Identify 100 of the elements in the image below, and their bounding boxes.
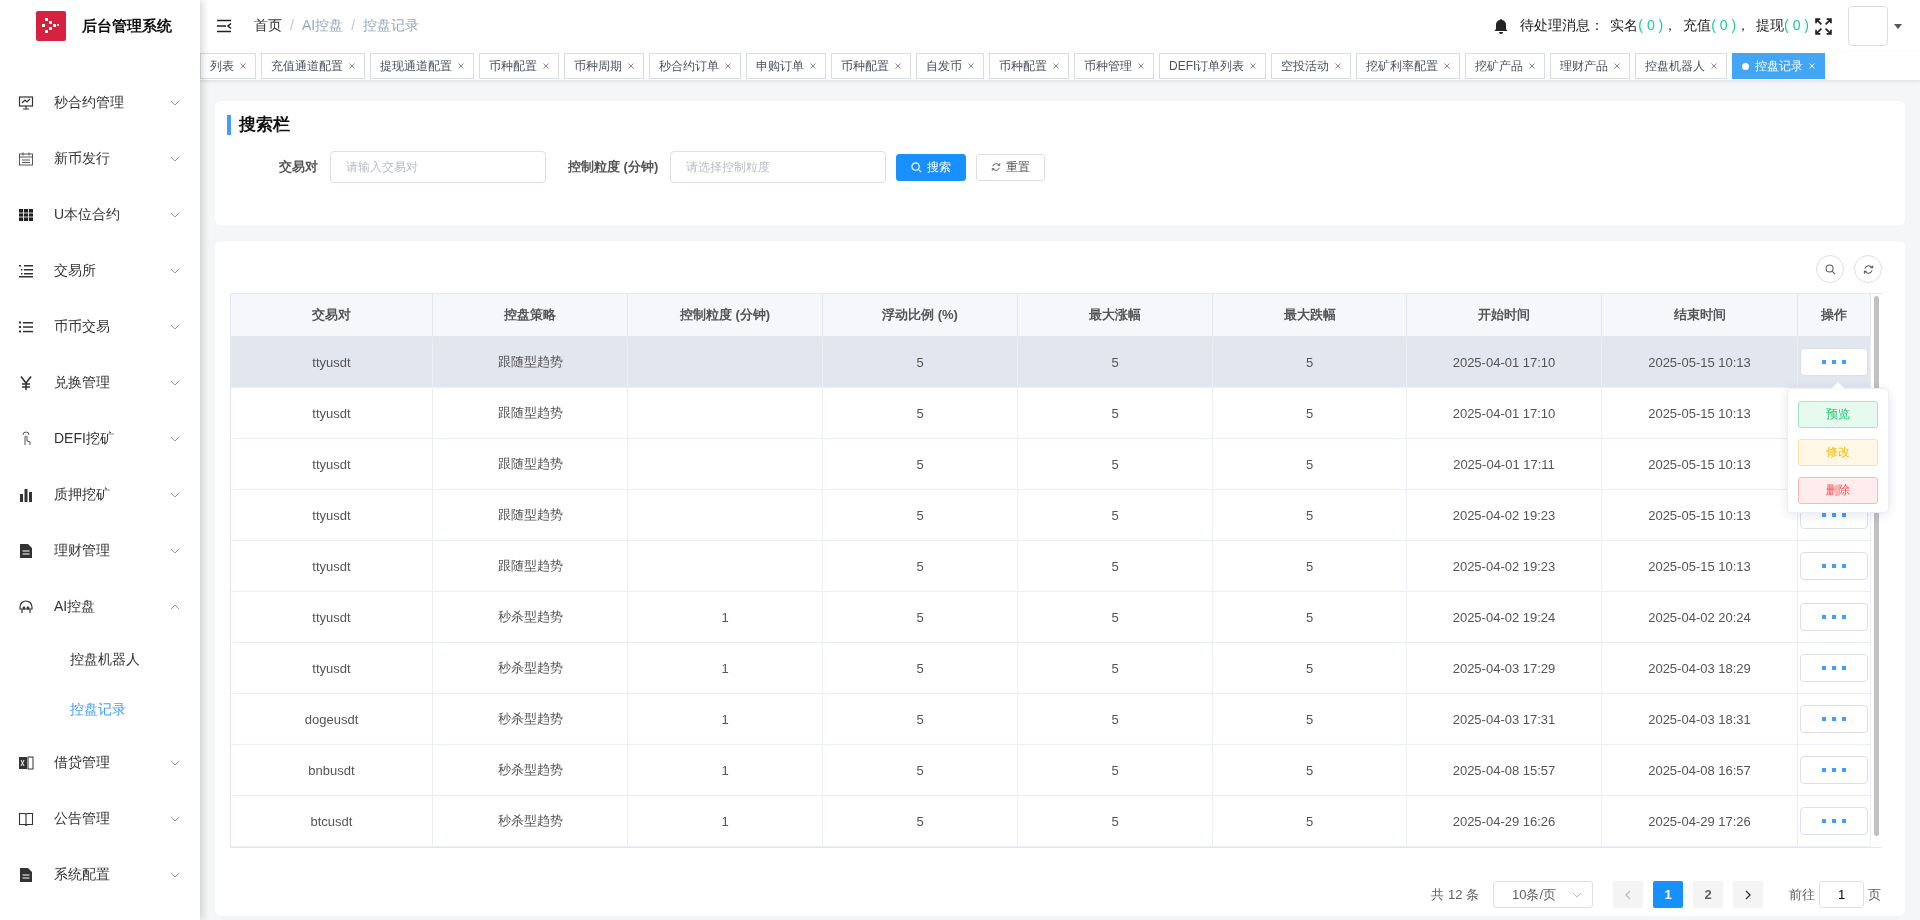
page-input[interactable]: 1 xyxy=(1819,881,1864,908)
refresh-button[interactable] xyxy=(1854,255,1882,283)
table-cell: 5 xyxy=(1213,592,1407,643)
menu-item[interactable]: 理财管理 xyxy=(0,523,200,579)
tab[interactable]: 自发币 xyxy=(916,53,984,79)
chevron-down-icon xyxy=(170,548,180,554)
tab[interactable]: 币种管理 xyxy=(1074,53,1154,79)
menu-item[interactable]: 新币发行 xyxy=(0,131,200,187)
tab[interactable]: 列表 xyxy=(200,53,256,79)
close-icon[interactable] xyxy=(458,63,464,69)
dot-icon xyxy=(1742,62,1750,70)
tab[interactable]: 控盘机器人 xyxy=(1635,53,1728,79)
list-icon xyxy=(18,319,34,335)
tab[interactable]: 理财产品 xyxy=(1550,53,1631,79)
input-field[interactable]: 请选择控制粒度 xyxy=(670,151,887,183)
tab[interactable]: 挖矿利率配置 xyxy=(1356,53,1461,79)
close-icon[interactable] xyxy=(1614,63,1621,69)
tab[interactable]: 充值通道配置 xyxy=(261,53,365,79)
menu-item[interactable]: 秒合约管理 xyxy=(0,75,200,131)
menu-item[interactable]: 兑换管理 xyxy=(0,355,200,411)
page-button[interactable]: 2 xyxy=(1693,881,1723,908)
more-button[interactable] xyxy=(1800,807,1868,835)
tab[interactable]: 挖矿产品 xyxy=(1465,53,1546,79)
submenu-item[interactable]: 控盘机器人 xyxy=(0,635,200,685)
close-icon[interactable] xyxy=(543,63,549,69)
table-cell: 5 xyxy=(1018,439,1213,490)
table-cell: 2025-04-01 17:10 xyxy=(1407,388,1602,439)
close-icon[interactable] xyxy=(1529,63,1536,69)
tab[interactable]: 币种周期 xyxy=(564,53,644,79)
close-icon[interactable] xyxy=(1250,63,1257,69)
breadcrumb-item[interactable]: 首页 xyxy=(254,17,282,35)
notice-item[interactable]: 实名( 0 )， xyxy=(1610,17,1678,35)
table-cell: 5 xyxy=(1213,388,1407,439)
table-cell: 秒杀型趋势 xyxy=(433,694,628,745)
menu-item[interactable]: 借贷管理 xyxy=(0,735,200,791)
table-cell: 5 xyxy=(1213,745,1407,796)
close-icon[interactable] xyxy=(1711,63,1718,69)
close-icon[interactable] xyxy=(1053,63,1059,69)
tab[interactable]: 秒合约订单 xyxy=(649,53,741,79)
fullscreen-icon[interactable] xyxy=(1815,17,1832,35)
table-cell: 2025-04-03 18:31 xyxy=(1602,694,1798,745)
menu-item[interactable]: 币币交易 xyxy=(0,299,200,355)
tab[interactable]: 币种配置 xyxy=(989,53,1069,79)
close-icon[interactable] xyxy=(1138,63,1144,69)
table-cell: 跟随型趋势 xyxy=(433,337,628,388)
breadcrumb-separator: / xyxy=(290,17,294,35)
close-icon[interactable] xyxy=(1335,63,1342,69)
table-cell: 2025-04-03 17:31 xyxy=(1407,694,1602,745)
table-cell: 秒杀型趋势 xyxy=(433,745,628,796)
more-button[interactable] xyxy=(1800,756,1868,784)
tab[interactable]: DEFI订单列表 xyxy=(1159,53,1267,79)
next-page-button[interactable] xyxy=(1733,881,1763,908)
bell-icon[interactable] xyxy=(1494,18,1509,34)
tab[interactable]: 币种配置 xyxy=(831,53,911,79)
caret-icon[interactable] xyxy=(1894,23,1902,29)
chevron-down-icon xyxy=(170,324,180,330)
page-size-select[interactable]: 10条/页 xyxy=(1493,881,1593,908)
table-cell: ttyusdt xyxy=(231,388,433,439)
close-icon[interactable] xyxy=(968,63,974,69)
more-button[interactable] xyxy=(1800,654,1868,682)
menu-item[interactable]: DEFI挖矿 xyxy=(0,411,200,467)
notice-item[interactable]: 充值( 0 )， xyxy=(1683,17,1751,35)
reset-button[interactable]: 重置 xyxy=(976,153,1046,181)
more-button[interactable] xyxy=(1800,552,1868,580)
more-button[interactable] xyxy=(1800,705,1868,733)
chevron-down-icon xyxy=(170,492,180,498)
table-cell: 2025-05-15 10:13 xyxy=(1602,337,1798,388)
table-cell: 2025-04-08 16:57 xyxy=(1602,745,1798,796)
more-button[interactable] xyxy=(1800,603,1868,631)
search-toggle-button[interactable] xyxy=(1816,255,1844,283)
close-icon[interactable] xyxy=(240,63,246,69)
tab[interactable]: 提现通道配置 xyxy=(370,53,474,79)
menu-item[interactable]: 质押挖矿 xyxy=(0,467,200,523)
refresh-icon xyxy=(1862,263,1874,275)
close-icon[interactable] xyxy=(349,63,355,69)
table-cell: 秒杀型趋势 xyxy=(433,643,628,694)
menu-item[interactable]: 系统配置 xyxy=(0,847,200,903)
close-icon[interactable] xyxy=(1444,63,1451,69)
close-icon[interactable] xyxy=(895,63,901,69)
more-icon xyxy=(1822,819,1846,823)
menu-item[interactable]: AI控盘 xyxy=(0,579,200,635)
menu-item[interactable]: 公告管理 xyxy=(0,791,200,847)
more-icon xyxy=(1822,717,1846,721)
notice-label: 待处理消息： xyxy=(1520,17,1605,35)
close-icon[interactable] xyxy=(725,63,731,69)
notice-item[interactable]: 提现( 0 ) xyxy=(1756,17,1809,35)
menu-item[interactable]: U本位合约 xyxy=(0,187,200,243)
table-cell: 2025-04-29 17:26 xyxy=(1602,796,1798,847)
tab[interactable]: 币种配置 xyxy=(479,53,559,79)
breadcrumb-item: 控盘记录 xyxy=(363,17,419,35)
table-cell: dogeusdt xyxy=(231,694,433,745)
menu-icon[interactable] xyxy=(216,19,232,33)
more-button[interactable] xyxy=(1800,348,1868,376)
close-icon[interactable] xyxy=(810,63,816,69)
close-icon[interactable] xyxy=(628,63,634,69)
table-cell: 5 xyxy=(1018,796,1213,847)
tab[interactable]: 空投活动 xyxy=(1271,53,1352,79)
input-field[interactable]: 请输入交易对 xyxy=(330,151,546,183)
menu-item[interactable]: 交易所 xyxy=(0,243,200,299)
tab[interactable]: 申购订单 xyxy=(746,53,826,79)
